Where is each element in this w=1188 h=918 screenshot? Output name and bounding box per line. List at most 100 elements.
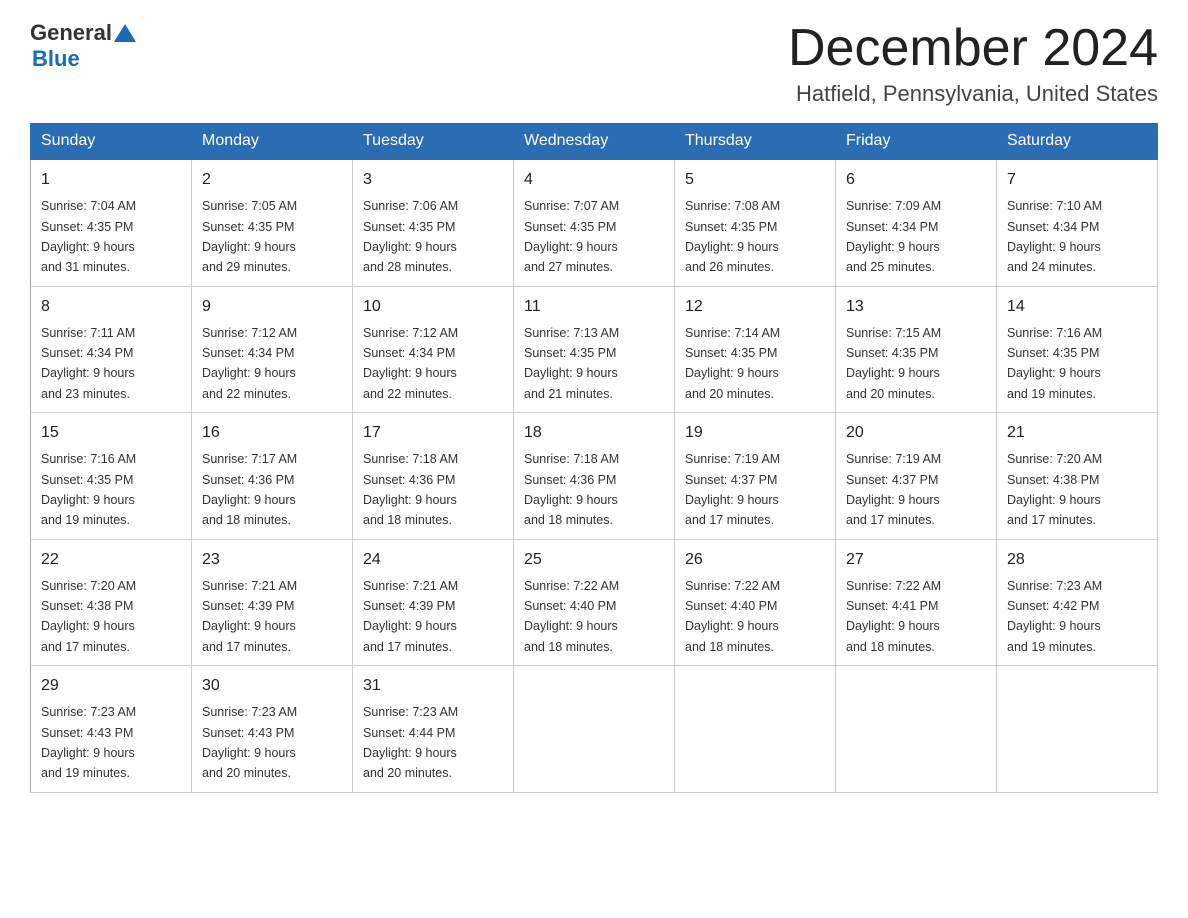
week-row-1: 1 Sunrise: 7:04 AMSunset: 4:35 PMDayligh… — [31, 159, 1158, 286]
day-number: 12 — [685, 295, 825, 319]
day-number: 20 — [846, 421, 986, 445]
calendar-cell: 24 Sunrise: 7:21 AMSunset: 4:39 PMDaylig… — [353, 539, 514, 666]
day-number: 31 — [363, 674, 503, 698]
day-info: Sunrise: 7:23 AMSunset: 4:43 PMDaylight:… — [41, 705, 136, 780]
day-info: Sunrise: 7:22 AMSunset: 4:41 PMDaylight:… — [846, 579, 941, 654]
calendar-cell: 25 Sunrise: 7:22 AMSunset: 4:40 PMDaylig… — [514, 539, 675, 666]
day-info: Sunrise: 7:07 AMSunset: 4:35 PMDaylight:… — [524, 199, 619, 274]
day-number: 29 — [41, 674, 181, 698]
calendar-cell: 5 Sunrise: 7:08 AMSunset: 4:35 PMDayligh… — [675, 159, 836, 286]
day-number: 13 — [846, 295, 986, 319]
weekday-header-monday: Monday — [192, 124, 353, 160]
calendar-cell: 13 Sunrise: 7:15 AMSunset: 4:35 PMDaylig… — [836, 286, 997, 413]
calendar-cell: 11 Sunrise: 7:13 AMSunset: 4:35 PMDaylig… — [514, 286, 675, 413]
day-info: Sunrise: 7:20 AMSunset: 4:38 PMDaylight:… — [41, 579, 136, 654]
day-number: 23 — [202, 548, 342, 572]
calendar-cell: 1 Sunrise: 7:04 AMSunset: 4:35 PMDayligh… — [31, 159, 192, 286]
calendar-cell: 14 Sunrise: 7:16 AMSunset: 4:35 PMDaylig… — [997, 286, 1158, 413]
day-info: Sunrise: 7:20 AMSunset: 4:38 PMDaylight:… — [1007, 452, 1102, 527]
day-number: 19 — [685, 421, 825, 445]
calendar-cell: 10 Sunrise: 7:12 AMSunset: 4:34 PMDaylig… — [353, 286, 514, 413]
day-info: Sunrise: 7:17 AMSunset: 4:36 PMDaylight:… — [202, 452, 297, 527]
day-info: Sunrise: 7:21 AMSunset: 4:39 PMDaylight:… — [202, 579, 297, 654]
calendar-cell — [997, 666, 1158, 793]
day-number: 10 — [363, 295, 503, 319]
month-title: December 2024 — [788, 20, 1158, 77]
day-number: 28 — [1007, 548, 1147, 572]
day-info: Sunrise: 7:22 AMSunset: 4:40 PMDaylight:… — [524, 579, 619, 654]
day-info: Sunrise: 7:06 AMSunset: 4:35 PMDaylight:… — [363, 199, 458, 274]
calendar-cell: 16 Sunrise: 7:17 AMSunset: 4:36 PMDaylig… — [192, 413, 353, 540]
day-number: 21 — [1007, 421, 1147, 445]
day-number: 4 — [524, 168, 664, 192]
day-info: Sunrise: 7:23 AMSunset: 4:44 PMDaylight:… — [363, 705, 458, 780]
day-number: 14 — [1007, 295, 1147, 319]
calendar-cell: 20 Sunrise: 7:19 AMSunset: 4:37 PMDaylig… — [836, 413, 997, 540]
weekday-header-wednesday: Wednesday — [514, 124, 675, 160]
day-number: 1 — [41, 168, 181, 192]
week-row-2: 8 Sunrise: 7:11 AMSunset: 4:34 PMDayligh… — [31, 286, 1158, 413]
day-number: 5 — [685, 168, 825, 192]
weekday-header-sunday: Sunday — [31, 124, 192, 160]
day-number: 16 — [202, 421, 342, 445]
calendar-cell: 22 Sunrise: 7:20 AMSunset: 4:38 PMDaylig… — [31, 539, 192, 666]
calendar-cell: 26 Sunrise: 7:22 AMSunset: 4:40 PMDaylig… — [675, 539, 836, 666]
day-info: Sunrise: 7:12 AMSunset: 4:34 PMDaylight:… — [363, 326, 458, 401]
calendar-cell: 27 Sunrise: 7:22 AMSunset: 4:41 PMDaylig… — [836, 539, 997, 666]
calendar-cell: 18 Sunrise: 7:18 AMSunset: 4:36 PMDaylig… — [514, 413, 675, 540]
week-row-3: 15 Sunrise: 7:16 AMSunset: 4:35 PMDaylig… — [31, 413, 1158, 540]
day-info: Sunrise: 7:23 AMSunset: 4:43 PMDaylight:… — [202, 705, 297, 780]
week-row-5: 29 Sunrise: 7:23 AMSunset: 4:43 PMDaylig… — [31, 666, 1158, 793]
logo-blue: Blue — [32, 46, 80, 72]
week-row-4: 22 Sunrise: 7:20 AMSunset: 4:38 PMDaylig… — [31, 539, 1158, 666]
day-info: Sunrise: 7:13 AMSunset: 4:35 PMDaylight:… — [524, 326, 619, 401]
calendar-table: SundayMondayTuesdayWednesdayThursdayFrid… — [30, 123, 1158, 793]
location-title: Hatfield, Pennsylvania, United States — [788, 81, 1158, 107]
day-number: 22 — [41, 548, 181, 572]
calendar-cell: 23 Sunrise: 7:21 AMSunset: 4:39 PMDaylig… — [192, 539, 353, 666]
day-number: 24 — [363, 548, 503, 572]
calendar-cell: 19 Sunrise: 7:19 AMSunset: 4:37 PMDaylig… — [675, 413, 836, 540]
day-info: Sunrise: 7:14 AMSunset: 4:35 PMDaylight:… — [685, 326, 780, 401]
calendar-cell: 17 Sunrise: 7:18 AMSunset: 4:36 PMDaylig… — [353, 413, 514, 540]
day-number: 6 — [846, 168, 986, 192]
calendar-cell: 30 Sunrise: 7:23 AMSunset: 4:43 PMDaylig… — [192, 666, 353, 793]
calendar-cell: 31 Sunrise: 7:23 AMSunset: 4:44 PMDaylig… — [353, 666, 514, 793]
day-info: Sunrise: 7:21 AMSunset: 4:39 PMDaylight:… — [363, 579, 458, 654]
day-info: Sunrise: 7:08 AMSunset: 4:35 PMDaylight:… — [685, 199, 780, 274]
calendar-cell: 7 Sunrise: 7:10 AMSunset: 4:34 PMDayligh… — [997, 159, 1158, 286]
weekday-header-thursday: Thursday — [675, 124, 836, 160]
weekday-header-friday: Friday — [836, 124, 997, 160]
calendar-cell: 8 Sunrise: 7:11 AMSunset: 4:34 PMDayligh… — [31, 286, 192, 413]
logo-general: General — [30, 20, 112, 46]
calendar-cell: 3 Sunrise: 7:06 AMSunset: 4:35 PMDayligh… — [353, 159, 514, 286]
calendar-cell: 9 Sunrise: 7:12 AMSunset: 4:34 PMDayligh… — [192, 286, 353, 413]
day-number: 7 — [1007, 168, 1147, 192]
day-number: 8 — [41, 295, 181, 319]
logo: General Blue — [30, 20, 136, 72]
calendar-cell: 29 Sunrise: 7:23 AMSunset: 4:43 PMDaylig… — [31, 666, 192, 793]
day-info: Sunrise: 7:12 AMSunset: 4:34 PMDaylight:… — [202, 326, 297, 401]
day-info: Sunrise: 7:09 AMSunset: 4:34 PMDaylight:… — [846, 199, 941, 274]
calendar-cell: 4 Sunrise: 7:07 AMSunset: 4:35 PMDayligh… — [514, 159, 675, 286]
weekday-header-row: SundayMondayTuesdayWednesdayThursdayFrid… — [31, 124, 1158, 160]
day-info: Sunrise: 7:22 AMSunset: 4:40 PMDaylight:… — [685, 579, 780, 654]
calendar-cell: 6 Sunrise: 7:09 AMSunset: 4:34 PMDayligh… — [836, 159, 997, 286]
weekday-header-tuesday: Tuesday — [353, 124, 514, 160]
calendar-cell — [514, 666, 675, 793]
day-info: Sunrise: 7:10 AMSunset: 4:34 PMDaylight:… — [1007, 199, 1102, 274]
calendar-cell: 12 Sunrise: 7:14 AMSunset: 4:35 PMDaylig… — [675, 286, 836, 413]
day-info: Sunrise: 7:18 AMSunset: 4:36 PMDaylight:… — [363, 452, 458, 527]
day-info: Sunrise: 7:23 AMSunset: 4:42 PMDaylight:… — [1007, 579, 1102, 654]
day-info: Sunrise: 7:05 AMSunset: 4:35 PMDaylight:… — [202, 199, 297, 274]
day-number: 9 — [202, 295, 342, 319]
day-number: 17 — [363, 421, 503, 445]
page-header: General Blue December 2024 Hatfield, Pen… — [30, 20, 1158, 107]
day-number: 2 — [202, 168, 342, 192]
calendar-cell: 28 Sunrise: 7:23 AMSunset: 4:42 PMDaylig… — [997, 539, 1158, 666]
calendar-cell: 21 Sunrise: 7:20 AMSunset: 4:38 PMDaylig… — [997, 413, 1158, 540]
day-number: 3 — [363, 168, 503, 192]
day-number: 11 — [524, 295, 664, 319]
day-number: 15 — [41, 421, 181, 445]
day-info: Sunrise: 7:16 AMSunset: 4:35 PMDaylight:… — [41, 452, 136, 527]
